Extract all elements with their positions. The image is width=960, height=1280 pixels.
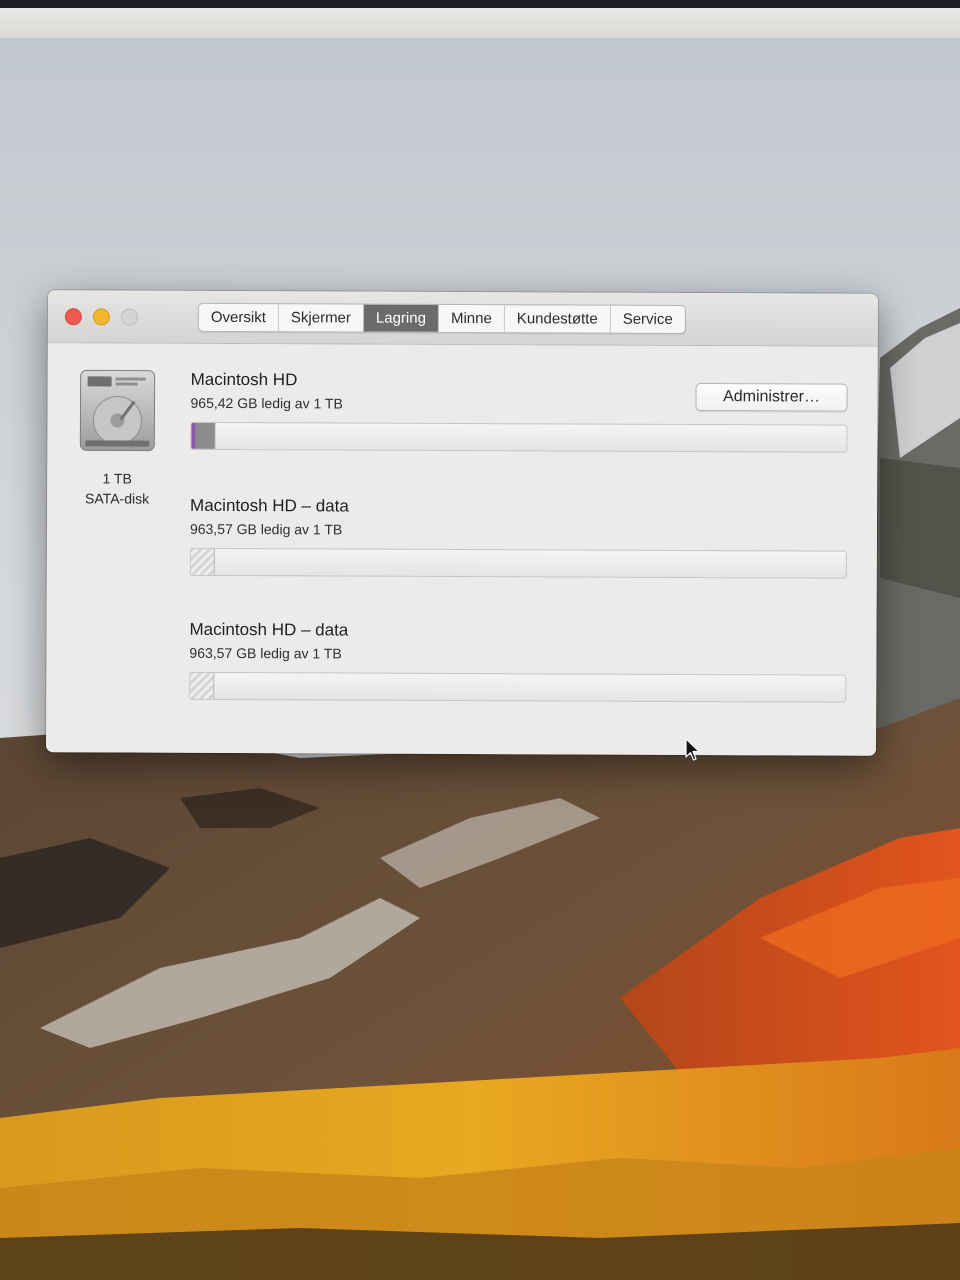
screen: Oversikt Skjermer Lagring Minne Kundestø… <box>0 0 960 1280</box>
volume-free-space: 963,57 GB ledig av 1 TB <box>189 520 343 538</box>
title-bar: Oversikt Skjermer Lagring Minne Kundestø… <box>47 290 879 347</box>
tab-service[interactable]: Service <box>611 306 685 333</box>
disk-size: 1 TB <box>102 470 132 487</box>
disk-type: SATA-disk <box>85 490 150 507</box>
volume-free-space: 965,42 GB ledig av 1 TB <box>190 394 343 412</box>
tab-storage[interactable]: Lagring <box>363 304 440 332</box>
tab-support[interactable]: Kundestøtte <box>504 305 611 333</box>
storage-bar <box>189 671 847 703</box>
volume-item: Macintosh HD – data 963,57 GB ledig av 1… <box>189 494 850 579</box>
volume-item: Macintosh HD 965,42 GB ledig av 1 TB <box>190 368 850 453</box>
storage-bar <box>189 547 847 579</box>
tab-bar: Oversikt Skjermer Lagring Minne Kundestø… <box>197 302 686 334</box>
screen-bezel <box>0 0 960 8</box>
storage-used-segment <box>190 672 215 699</box>
storage-bar <box>190 421 848 453</box>
tab-displays[interactable]: Skjermer <box>278 304 364 332</box>
volume-name: Macintosh HD – data <box>189 619 349 640</box>
system-info-window: Oversikt Skjermer Lagring Minne Kundestø… <box>45 290 879 756</box>
menu-bar <box>0 8 960 39</box>
disk-caption: 1 TB SATA-disk <box>67 468 167 508</box>
zoom-button[interactable] <box>120 308 138 326</box>
volume-item: Macintosh HD – data 963,57 GB ledig av 1… <box>189 618 849 703</box>
storage-panel: 1 TB SATA-disk Administrer… Macintosh HD… <box>45 343 878 756</box>
tab-memory[interactable]: Minne <box>438 304 505 333</box>
volume-free-space: 963,57 GB ledig av 1 TB <box>189 644 342 662</box>
close-button[interactable] <box>64 308 82 326</box>
volume-name: Macintosh HD <box>190 369 298 390</box>
minimize-button[interactable] <box>92 308 110 326</box>
hard-drive-icon <box>79 369 156 452</box>
tab-overview[interactable]: Oversikt <box>198 303 279 332</box>
storage-used-segment <box>190 548 215 575</box>
volume-name: Macintosh HD – data <box>190 495 349 516</box>
mouse-cursor-icon <box>685 738 700 761</box>
storage-used-segment <box>191 422 216 449</box>
